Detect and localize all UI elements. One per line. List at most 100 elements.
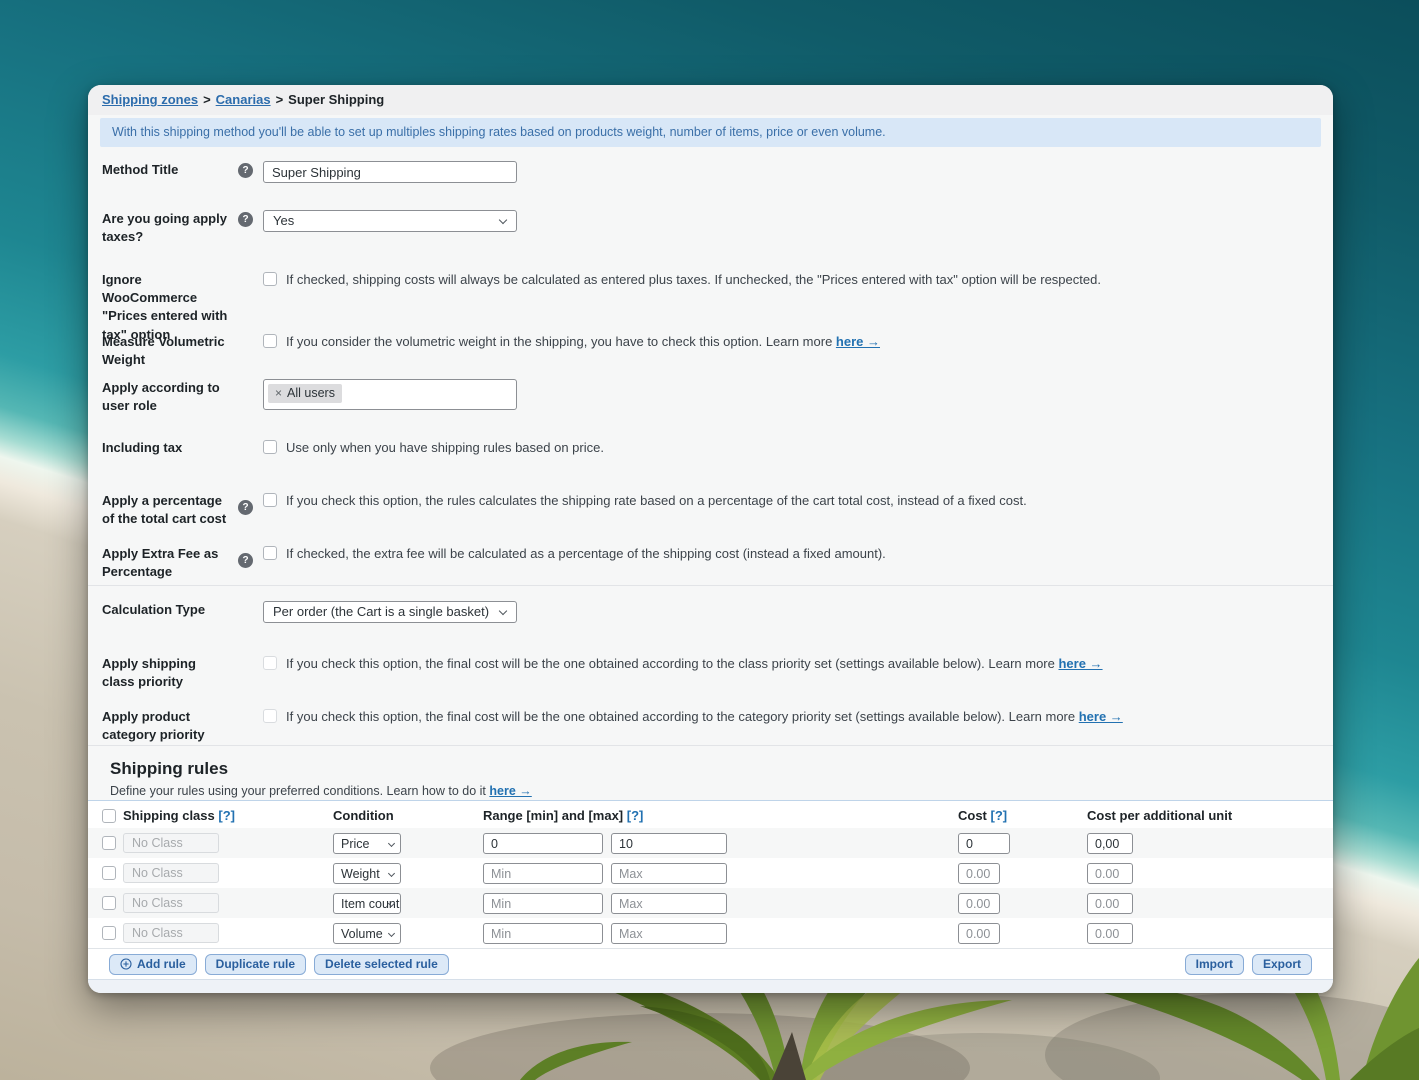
rules-toolbar: Add rule Duplicate rule Delete selected … — [88, 948, 1333, 979]
cost-per-unit-input[interactable] — [1087, 863, 1133, 884]
including-tax-checkbox[interactable] — [263, 440, 277, 454]
including-tax-label: Including tax — [102, 440, 183, 455]
form-row-extra-fee: Apply Extra Fee as Percentage ? If check… — [102, 545, 1319, 581]
range-min-input[interactable] — [483, 893, 603, 914]
user-role-multiselect[interactable]: × All users — [263, 379, 517, 410]
shipping-settings-card: Shipping zones > Canarias > Super Shipping W… — [88, 85, 1333, 993]
method-title-input[interactable] — [263, 161, 517, 183]
breadcrumb-separator: > — [275, 92, 284, 107]
shipping-class-input[interactable] — [123, 863, 219, 883]
help-icon[interactable]: ? — [238, 212, 253, 227]
help-icon[interactable]: ? — [238, 553, 253, 568]
chevron-down-icon — [387, 869, 396, 878]
shipping-class-input[interactable] — [123, 923, 219, 943]
condition-select[interactable]: Volume — [333, 923, 401, 944]
category-priority-checkbox[interactable] — [263, 709, 277, 723]
taxes-select[interactable]: Yes — [263, 210, 517, 232]
row-select-checkbox[interactable] — [102, 836, 116, 850]
cart-percentage-label: Apply a percentage of the total cart cos… — [102, 493, 227, 527]
cost-input[interactable] — [958, 863, 1000, 884]
help-icon[interactable]: ? — [238, 500, 253, 515]
chevron-down-icon — [387, 839, 396, 848]
cart-percentage-checkbox[interactable] — [263, 493, 277, 507]
volumetric-label: Measure Volumetric Weight — [102, 334, 225, 368]
volumetric-learn-more-link[interactable]: here → — [836, 334, 880, 349]
help-icon[interactable]: ? — [238, 163, 253, 178]
range-max-input[interactable] — [611, 863, 727, 884]
rule-row-item-count: Item count — [88, 888, 1333, 918]
extra-fee-label: Apply Extra Fee as Percentage — [102, 546, 219, 580]
shipping-class-input[interactable] — [123, 893, 219, 913]
range-max-input[interactable] — [611, 833, 727, 854]
extra-fee-description: If checked, the extra fee will be calcul… — [286, 546, 886, 561]
cost-per-unit-input[interactable] — [1087, 833, 1133, 854]
breadcrumb: Shipping zones > Canarias > Super Shipping — [88, 85, 1333, 115]
chevron-down-icon — [498, 606, 508, 616]
class-priority-learn-more-link[interactable]: here → — [1058, 656, 1102, 671]
plus-circle-icon — [120, 958, 132, 970]
breadcrumb-link-canarias[interactable]: Canarias — [216, 92, 271, 107]
volumetric-description: If you consider the volumetric weight in… — [286, 334, 880, 349]
breadcrumb-link-shipping-zones[interactable]: Shipping zones — [102, 92, 198, 107]
import-button[interactable]: Import — [1184, 953, 1244, 975]
form-row-taxes: Are you going apply taxes? ? Yes — [102, 210, 1319, 246]
row-select-checkbox[interactable] — [102, 926, 116, 940]
volumetric-checkbox[interactable] — [263, 334, 277, 348]
rule-row-price: Price — [88, 828, 1333, 858]
form-row-including-tax: Including tax Use only when you have shi… — [102, 439, 1319, 457]
form-row-cart-percentage: Apply a percentage of the total cart cos… — [102, 492, 1319, 528]
section-divider — [88, 745, 1333, 746]
taxes-select-value: Yes — [273, 212, 295, 228]
cost-input[interactable] — [958, 833, 1010, 854]
category-priority-label: Apply product category priority — [102, 709, 205, 743]
cost-per-unit-input[interactable] — [1087, 893, 1133, 914]
class-priority-checkbox[interactable] — [263, 656, 277, 670]
condition-select[interactable]: Price — [333, 833, 401, 854]
column-condition: Condition — [333, 808, 394, 823]
condition-select[interactable]: Weight — [333, 863, 401, 884]
export-button[interactable]: Export — [1251, 953, 1312, 975]
shipping-rules-subtitle: Define your rules using your preferred c… — [110, 784, 532, 798]
delete-selected-rule-button[interactable]: Delete selected rule — [314, 953, 449, 975]
form-row-calculation-type: Calculation Type Per order (the Cart is … — [102, 601, 1319, 623]
row-select-checkbox[interactable] — [102, 896, 116, 910]
info-banner: With this shipping method you'll be able… — [100, 118, 1321, 147]
row-select-checkbox[interactable] — [102, 866, 116, 880]
cost-per-unit-input[interactable] — [1087, 923, 1133, 944]
column-range: Range [min] and [max] [?] — [483, 808, 644, 823]
add-rule-button[interactable]: Add rule — [109, 953, 197, 975]
range-min-input[interactable] — [483, 833, 603, 854]
shipping-class-help-link[interactable]: [?] — [218, 808, 235, 823]
cost-input[interactable] — [958, 923, 1000, 944]
cost-input[interactable] — [958, 893, 1000, 914]
calculation-type-select[interactable]: Per order (the Cart is a single basket) — [263, 601, 517, 623]
range-help-link[interactable]: [?] — [627, 808, 644, 823]
calculation-type-select-value: Per order (the Cart is a single basket) — [273, 603, 490, 619]
range-max-input[interactable] — [611, 923, 727, 944]
cost-help-link[interactable]: [?] — [991, 808, 1008, 823]
column-shipping-class: Shipping class [?] — [123, 808, 235, 823]
duplicate-rule-button[interactable]: Duplicate rule — [204, 953, 307, 975]
range-min-input[interactable] — [483, 923, 603, 944]
user-role-label: Apply according to user role — [102, 380, 220, 414]
category-priority-learn-more-link[interactable]: here → — [1079, 709, 1123, 724]
form-row-user-role: Apply according to user role × All users — [102, 379, 1319, 415]
breadcrumb-current: Super Shipping — [288, 92, 385, 107]
rules-learn-how-link[interactable]: here → — [489, 784, 531, 798]
extra-fee-checkbox[interactable] — [263, 546, 277, 560]
section-divider — [88, 585, 1333, 586]
select-all-checkbox[interactable] — [102, 809, 116, 823]
category-priority-description: If you check this option, the final cost… — [286, 709, 1123, 724]
method-title-label: Method Title — [102, 162, 179, 177]
shipping-class-input[interactable] — [123, 833, 219, 853]
range-min-input[interactable] — [483, 863, 603, 884]
form-row-method-title: Method Title ? — [102, 161, 1319, 183]
form-row-volumetric: Measure Volumetric Weight If you conside… — [102, 333, 1319, 369]
remove-tag-icon[interactable]: × — [275, 387, 282, 399]
condition-select[interactable]: Item count — [333, 893, 401, 914]
ignore-tax-checkbox[interactable] — [263, 272, 277, 286]
chevron-down-icon — [387, 929, 396, 938]
column-cost-per-unit: Cost per additional unit — [1087, 808, 1233, 823]
rule-row-weight: Weight — [88, 858, 1333, 888]
range-max-input[interactable] — [611, 893, 727, 914]
